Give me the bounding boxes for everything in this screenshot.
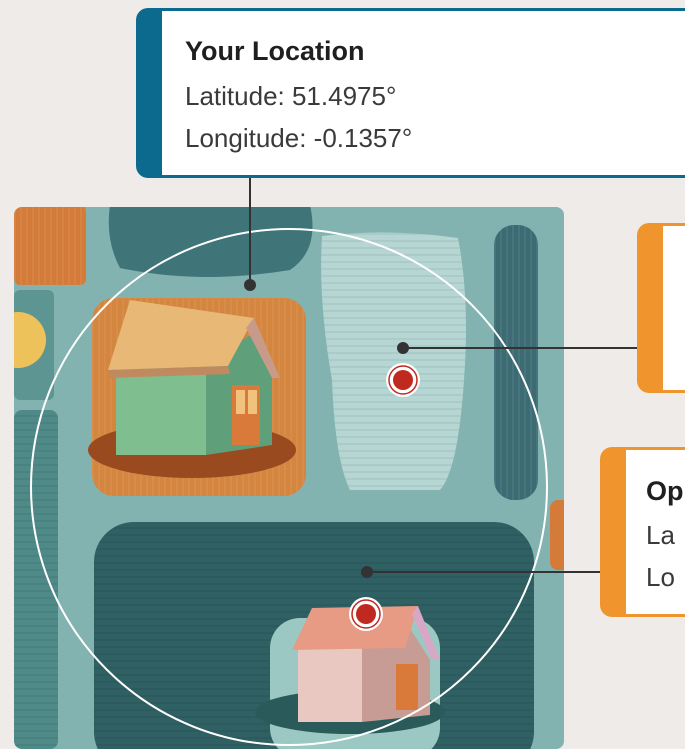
option-card: Op La Lo (600, 447, 685, 617)
block (550, 500, 564, 570)
card-body: Op La Lo (626, 447, 685, 617)
card-accent (637, 223, 663, 393)
latitude-text: La (646, 520, 675, 550)
map-pin-icon (349, 597, 383, 631)
longitude-text: Longitude: -0.1357° (185, 123, 413, 153)
connector-dot (244, 279, 256, 291)
connector-dot (361, 566, 373, 578)
card-body (663, 223, 685, 393)
option-card (637, 223, 685, 393)
map-pin-icon (386, 363, 420, 397)
card-accent (600, 447, 626, 617)
card-title: Op (646, 476, 684, 506)
card-body: Your Location Latitude: 51.4975° Longitu… (162, 8, 685, 178)
longitude-text: Lo (646, 562, 675, 592)
house-icon (108, 300, 280, 455)
card-title: Your Location (185, 36, 365, 66)
location-card: Your Location Latitude: 51.4975° Longitu… (136, 8, 685, 178)
connector-dot (397, 342, 409, 354)
latitude-text: Latitude: 51.4975° (185, 81, 397, 111)
card-accent (136, 8, 162, 178)
